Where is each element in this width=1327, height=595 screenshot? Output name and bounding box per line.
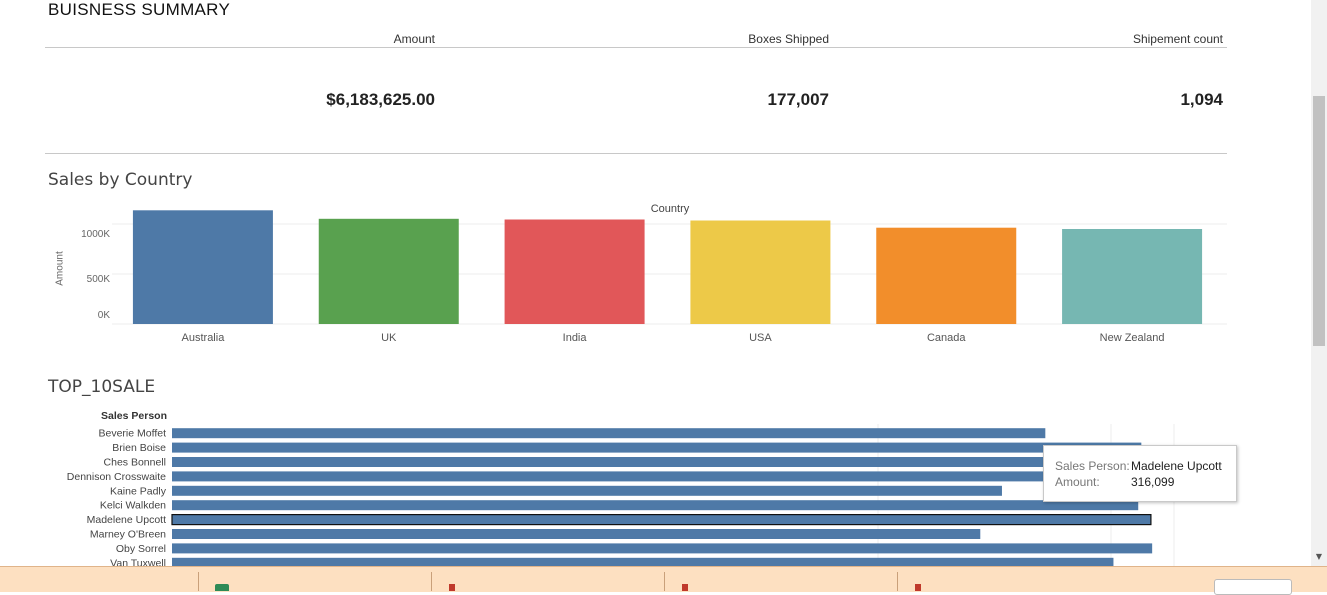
taskbar-divider xyxy=(198,572,199,591)
x-tick-label: New Zealand xyxy=(1100,332,1165,344)
bar-madelene-upcott[interactable] xyxy=(171,513,1152,526)
taskbar-divider xyxy=(664,572,665,591)
tooltip-value-person: Madelene Upcott xyxy=(1131,459,1222,473)
bar-van-tuxwell[interactable] xyxy=(172,557,1114,566)
bar-beverie-moffet[interactable] xyxy=(172,428,1046,439)
bar-canada[interactable] xyxy=(876,227,1017,324)
sales-person-label: Marney O'Breen xyxy=(90,529,166,541)
bar-kelci-walkden[interactable] xyxy=(172,500,1139,511)
bar-oby-sorrel[interactable] xyxy=(172,543,1153,554)
bar-dennison-crosswaite[interactable] xyxy=(172,471,1114,482)
tooltip-value-amount: 316,099 xyxy=(1131,475,1175,489)
bar-ches-bonnell[interactable] xyxy=(172,457,1142,467)
bar-brien-boise[interactable] xyxy=(172,442,1142,453)
bar-usa[interactable] xyxy=(690,220,831,325)
sales-person-label: Van Tuxwell xyxy=(110,557,166,566)
sales-person-label: Kaine Padly xyxy=(110,485,167,497)
pdf-file-icon[interactable] xyxy=(915,584,921,591)
scrollbar-thumb[interactable] xyxy=(1313,96,1325,346)
sales-person-label: Kelci Walkden xyxy=(100,500,166,512)
x-tick-label: USA xyxy=(749,332,772,344)
sales-person-label: Madelene Upcott xyxy=(87,514,166,526)
tooltip-label-person: Sales Person: xyxy=(1055,459,1130,473)
x-tick-label: Australia xyxy=(182,332,226,344)
bar-australia[interactable] xyxy=(132,210,273,324)
sales-person-label: Beverie Moffet xyxy=(98,428,166,440)
sales-person-label: Oby Sorrel xyxy=(116,543,166,555)
pdf-file-icon[interactable] xyxy=(449,584,455,591)
top10-title: TOP_10SALE xyxy=(48,377,156,397)
excel-file-icon[interactable] xyxy=(215,584,229,591)
sales-person-label: Ches Bonnell xyxy=(104,457,166,469)
bar-new-zealand[interactable] xyxy=(1062,229,1203,324)
x-tick-label: UK xyxy=(381,332,397,344)
bar-uk[interactable] xyxy=(318,218,459,324)
taskbar-divider xyxy=(897,572,898,591)
bar-marney-o-breen[interactable] xyxy=(172,529,981,539)
chart-tooltip: Sales Person: Madelene Upcott Amount: 31… xyxy=(1043,445,1237,502)
tooltip-label-amount: Amount: xyxy=(1055,475,1100,489)
x-tick-label: Canada xyxy=(927,332,966,344)
show-all-button[interactable] xyxy=(1214,579,1292,595)
sales-person-label: Brien Boise xyxy=(112,442,166,454)
scroll-down-arrow-icon[interactable]: ▼ xyxy=(1313,551,1325,563)
bar-india[interactable] xyxy=(504,219,645,325)
pdf-file-icon[interactable] xyxy=(682,584,688,591)
bar-kaine-padly[interactable] xyxy=(172,485,1002,496)
sales-by-country-chart: Australia UK India USA Canada New Zealand xyxy=(112,210,1227,344)
sales-person-label: Dennison Crosswaite xyxy=(67,471,166,483)
taskbar-divider xyxy=(431,572,432,591)
x-tick-label: India xyxy=(563,332,588,344)
